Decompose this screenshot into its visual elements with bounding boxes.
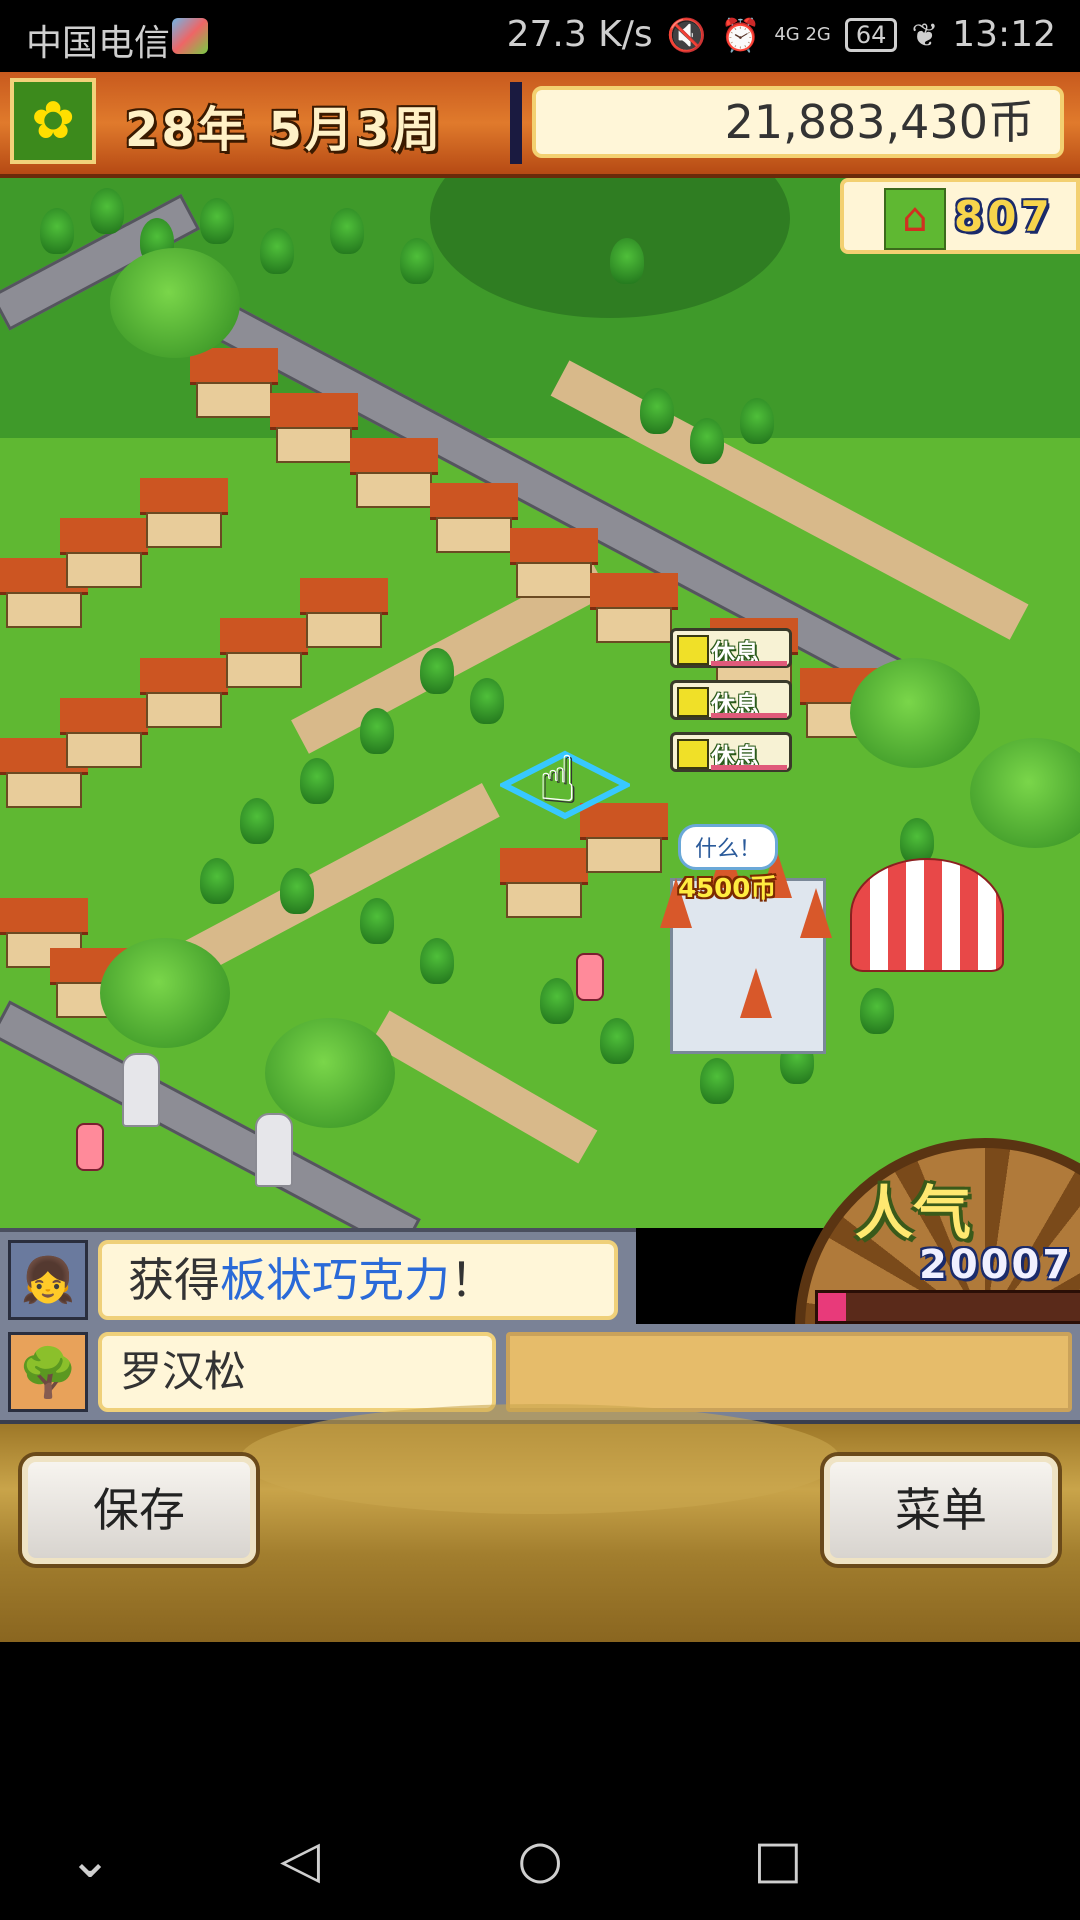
battery-icon: 64 [844,17,898,52]
pine-tree[interactable] [420,938,454,984]
pine-tree[interactable] [330,208,364,254]
pine-tree[interactable] [540,978,574,1024]
pine-tree[interactable] [300,758,334,804]
popularity-bar-fill [818,1293,846,1321]
bottom-panel: 保存 菜单 [0,1404,1080,1642]
status-right: 27.3 K/s 🔇 ⏰ 4G 2G 64 ❦ 13:12 [507,14,1056,55]
house[interactable] [430,483,518,553]
house[interactable] [60,518,148,588]
message-item: 板状巧克力 [220,1253,450,1307]
face-icon [677,635,709,665]
round-tree[interactable] [265,1018,395,1128]
flower-icon[interactable]: ✿ [10,78,96,164]
chevron-down-icon[interactable]: ⌄ [60,1830,120,1890]
house[interactable] [190,348,278,418]
population-counter: ⌂ 807 [840,178,1080,254]
round-tree[interactable] [100,938,230,1048]
clock: 13:12 [952,14,1056,55]
house[interactable] [510,528,598,598]
face-icon [677,739,709,769]
android-nav-bar: ⌄ ◁ ○ □ [0,1642,1080,1920]
top-hud: ✿ 28年 5月3周 21,883,430币 [0,72,1080,178]
message-row: 👧 获得板状巧克力！ [0,1228,636,1328]
house[interactable] [350,438,438,508]
speech-bubble: 什么！ [678,824,779,870]
round-tree[interactable] [110,248,240,358]
house[interactable] [590,573,678,643]
recents-icon[interactable]: □ [748,1830,808,1890]
tree-icon: 🌳 [8,1332,88,1412]
house[interactable] [60,698,148,768]
pine-tree[interactable] [360,898,394,944]
save-button[interactable]: 保存 [22,1456,256,1564]
signal-icon: 4G 2G [774,24,831,45]
pine-tree[interactable] [360,708,394,754]
popularity-meter: 人气 20007 [795,1138,1080,1328]
house[interactable] [300,578,388,648]
pine-tree[interactable] [40,208,74,254]
pine-tree[interactable] [90,188,124,234]
house-icon: ⌂ [884,188,946,250]
pine-tree[interactable] [420,648,454,694]
status-bar: 中国电信 27.3 K/s 🔇 ⏰ 4G 2G 64 ❦ 13:12 [0,0,1080,72]
dirt-path [370,1010,598,1164]
hud-divider [510,82,522,164]
face-icon [677,687,709,717]
carrier-label: 中国电信 [26,23,171,64]
house[interactable] [140,478,228,548]
pine-tree[interactable] [240,798,274,844]
statue[interactable] [255,1113,293,1187]
house[interactable] [220,618,308,688]
message-box[interactable]: 获得板状巧克力！ [98,1240,618,1320]
round-tree[interactable] [850,658,980,768]
pine-tree[interactable] [610,238,644,284]
pine-tree[interactable] [640,388,674,434]
villager[interactable] [576,953,604,1001]
popularity-bar [815,1290,1080,1324]
pine-tree[interactable] [470,678,504,724]
pine-tree[interactable] [600,1018,634,1064]
game-date: 28年 5月3周 [125,102,444,158]
message-prefix: 获得 [128,1253,220,1307]
pine-tree[interactable] [740,398,774,444]
adventurer[interactable] [76,1123,104,1171]
pine-tree[interactable] [200,858,234,904]
menu-button[interactable]: 菜单 [824,1456,1058,1564]
rest-status-tag: 休息 [670,732,792,772]
mute-icon: 🔇 [666,15,707,54]
pine-tree[interactable] [400,238,434,284]
circus-tent[interactable] [850,858,1004,972]
pine-tree[interactable] [280,868,314,914]
selected-detail [506,1332,1072,1412]
town-map[interactable]: ⌂ 807 休息 休息 休息 ☝ 什么！ 4500币 [0,178,1080,1228]
house[interactable] [140,658,228,728]
shop-building[interactable] [500,848,588,918]
rest-status-tag: 休息 [670,680,792,720]
leaf-icon: ❦ [911,15,939,54]
pine-tree[interactable] [200,198,234,244]
pine-tree[interactable] [700,1058,734,1104]
app-notification-icon [172,18,208,54]
money-display: 21,883,430币 [532,86,1064,158]
population-value: 807 [954,192,1054,241]
alarm-icon: ⏰ [720,15,761,54]
pine-tree[interactable] [260,228,294,274]
home-icon[interactable]: ○ [510,1830,570,1890]
rest-status-tag: 休息 [670,628,792,668]
message-suffix: ！ [450,1253,496,1307]
net-speed: 27.3 K/s [506,14,653,55]
house[interactable] [270,393,358,463]
popularity-value: 20007 [919,1242,1074,1288]
panel-decoration [240,1404,840,1514]
earning-popup: 4500币 [678,874,777,904]
pointing-hand-icon: ☝ [538,743,577,817]
selected-name: 罗汉松 [98,1332,496,1412]
round-tree[interactable] [970,738,1080,848]
back-icon[interactable]: ◁ [270,1830,330,1890]
pine-tree[interactable] [860,988,894,1034]
statue[interactable] [122,1053,160,1127]
pine-tree[interactable] [690,418,724,464]
advisor-portrait: 👧 [8,1240,88,1320]
popularity-title: 人气 [855,1179,972,1247]
